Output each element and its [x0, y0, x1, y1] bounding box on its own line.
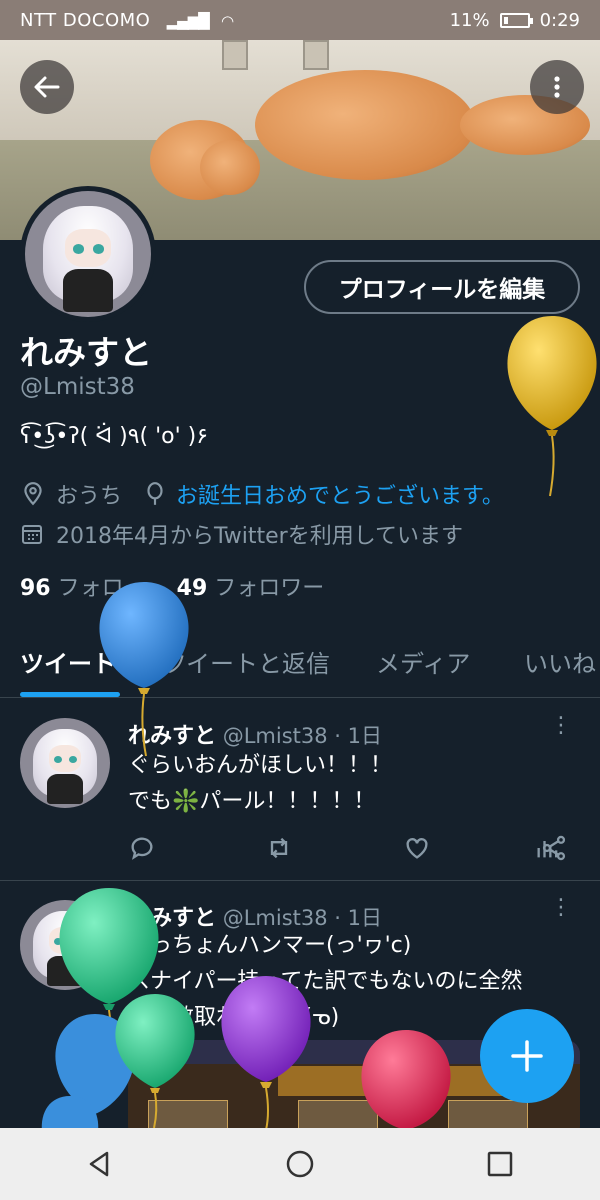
clock: 0:29: [539, 9, 580, 31]
balloon-blue-icon: [99, 582, 189, 757]
heart-icon[interactable]: [403, 834, 431, 862]
avatar-body: [47, 773, 83, 805]
edit-profile-button[interactable]: プロフィールを編集: [304, 260, 580, 314]
cat-right-body: [255, 70, 475, 180]
tab-likes[interactable]: いいね: [524, 644, 596, 679]
profile-meta-row: おうち お誕生日おめでとうございます。: [20, 478, 504, 510]
profile-tabs: ツイート ツイートと返信 メディア いいね: [0, 630, 600, 698]
balloon-green-icon: [115, 994, 195, 1129]
status-right: 11% 0:29: [450, 10, 580, 31]
battery-percent: 11%: [449, 9, 490, 31]
balloon-blue-icon: [41, 1096, 99, 1132]
avatar-body: [62, 269, 114, 312]
balloon-icon: [147, 482, 163, 505]
plus-icon: [511, 1040, 543, 1072]
compose-tweet-button[interactable]: [480, 1009, 574, 1103]
analytics-icon[interactable]: [534, 834, 562, 862]
display-name: れみすと: [20, 333, 152, 372]
arrow-left-icon: [34, 76, 60, 98]
tweet-text: ぐらいおんがほしい！！！ でも❇️パール！！！！！: [128, 748, 392, 820]
followers-label: フォロワー: [214, 576, 325, 601]
tweet-time: 1日: [347, 724, 382, 748]
back-triangle-icon[interactable]: [85, 1149, 115, 1179]
banner-outlet: [222, 40, 248, 70]
tweet-author-handle: @Lmist38: [222, 906, 328, 930]
joined-text: 2018年4月からTwitterを利用しています: [56, 524, 464, 549]
profile-bio: ʕ͡•͜ʖ͡•ʔ( ᐛ )٩( 'o' )۶: [20, 424, 209, 449]
signal-icon: ▂▄▆█: [166, 11, 210, 30]
tweet-divider: [0, 880, 600, 881]
system-nav-bar: [0, 1128, 600, 1200]
reply-icon[interactable]: [128, 834, 156, 862]
tweet-line: でも❇️パール！！！！！: [128, 789, 376, 814]
balloon-yellow-icon: [507, 316, 597, 497]
tweet-line: わっちょんハンマー(っ'ヮ'c): [128, 933, 412, 958]
calendar-icon: [22, 525, 42, 544]
home-circle-icon[interactable]: [285, 1149, 315, 1179]
balloon-purple-icon: [221, 976, 311, 1131]
carrier-area: NTT DOCOMO ▂▄▆█ ◠: [20, 10, 450, 31]
more-options-button[interactable]: [530, 60, 584, 114]
retweet-icon[interactable]: [265, 834, 293, 862]
banner-outlet: [303, 40, 329, 70]
tweet[interactable]: れみすと @Lmist38 · 1日 ⋮ ぐらいおんがほしい！！！ でも❇️パー…: [0, 700, 600, 880]
location-text: おうち: [56, 484, 123, 509]
tweet-time: 1日: [347, 906, 382, 930]
tab-media[interactable]: メディア: [376, 644, 470, 679]
balloon-red-icon: [361, 1030, 451, 1130]
back-button[interactable]: [20, 60, 74, 114]
cat-left-head: [200, 140, 260, 195]
status-bar: NTT DOCOMO ▂▄▆█ ◠ 11% 0:29: [0, 0, 600, 40]
tweet-author-handle: @Lmist38: [222, 724, 328, 748]
tweet-menu-icon[interactable]: ⋮: [550, 715, 572, 737]
profile-avatar[interactable]: [20, 186, 156, 322]
birthday-link[interactable]: お誕生日おめでとうございます。: [176, 478, 504, 510]
battery-icon: [499, 12, 533, 28]
wifi-icon: ◠: [220, 11, 234, 30]
followers-link[interactable]: 49 フォロワー: [177, 576, 325, 601]
tweet-actions: [128, 834, 568, 862]
carrier-name: NTT DOCOMO: [20, 9, 151, 31]
location-pin-icon: [24, 482, 42, 506]
avatar-image: [25, 191, 151, 317]
recents-square-icon[interactable]: [485, 1149, 515, 1179]
avatar-eye: [68, 755, 77, 763]
following-count: 96: [20, 576, 51, 601]
joined-row: 2018年4月からTwitterを利用しています: [20, 518, 463, 550]
user-handle: @Lmist38: [20, 374, 135, 400]
kebab-vertical-icon: [554, 76, 560, 98]
tweet-menu-icon[interactable]: ⋮: [550, 897, 572, 919]
